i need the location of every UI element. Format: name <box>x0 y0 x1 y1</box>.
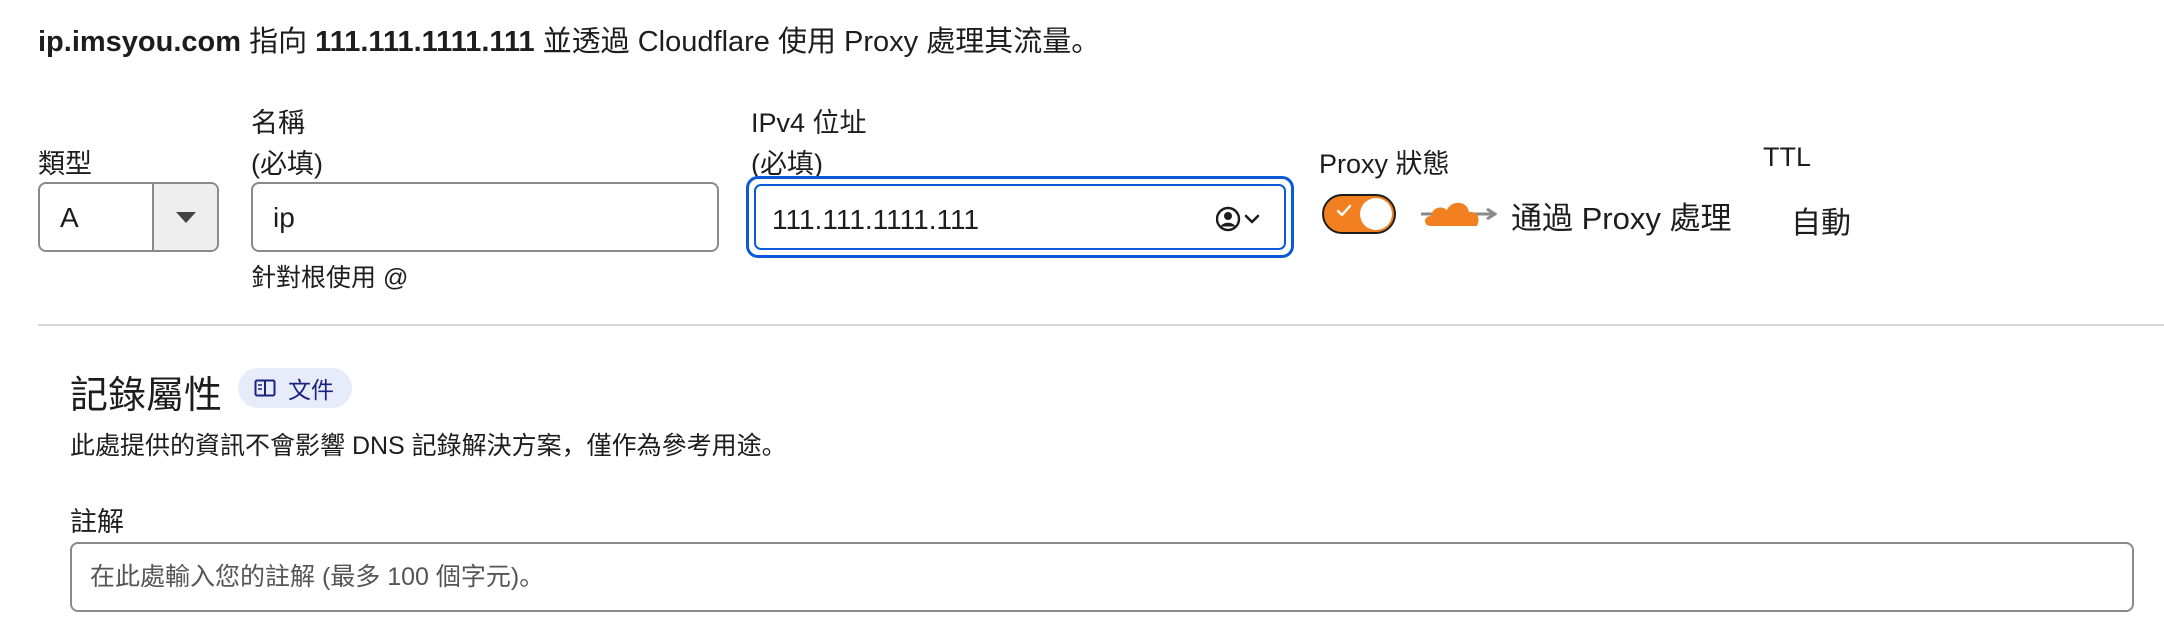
summary-text-1: 指向 <box>241 26 316 58</box>
docs-link[interactable]: 文件 <box>238 368 352 408</box>
toggle-knob <box>1360 198 1392 230</box>
docs-link-label: 文件 <box>288 377 334 403</box>
record-attributes-description: 此處提供的資訊不會影響 DNS 記錄解決方案，僅作為參考用途。 <box>70 432 787 460</box>
summary-target: 111.111.1111.111 <box>315 26 535 58</box>
comment-field[interactable] <box>70 542 2134 612</box>
name-required: (必填) <box>251 149 323 179</box>
proxy-status-label: Proxy 狀態 <box>1319 149 1450 179</box>
section-divider <box>38 324 2164 326</box>
user-circle-dropdown-icon[interactable] <box>1215 206 1262 237</box>
summary-record-name: ip.imsyou.com <box>38 26 242 58</box>
ipv4-label: IPv4 位址 <box>751 108 867 138</box>
ipv4-input[interactable]: 111.111.1111.111 <box>754 184 1286 250</box>
ipv4-focus-ring: 111.111.1111.111 <box>746 176 1294 258</box>
ipv4-value: 111.111.1111.111 <box>772 204 980 235</box>
name-label: 名稱 <box>251 108 305 138</box>
record-summary: ip.imsyou.com 指向 111.111.1111.111 並透過 Cl… <box>38 18 1100 60</box>
cloud-proxied-icon <box>1421 202 1497 226</box>
type-value: A <box>60 202 79 233</box>
name-helper-text: 針對根使用 @ <box>251 264 409 292</box>
book-icon <box>254 379 276 397</box>
name-value: ip <box>273 202 295 233</box>
check-icon <box>1336 204 1352 217</box>
record-attributes-title: 記錄屬性 <box>70 375 223 417</box>
name-input[interactable]: ip <box>251 182 719 252</box>
type-dropdown-button[interactable] <box>152 184 217 250</box>
comment-input[interactable] <box>72 544 2132 610</box>
ttl-value[interactable]: 自動 <box>1791 198 1851 242</box>
summary-text-2: 並透過 Cloudflare 使用 Proxy 處理其流量。 <box>534 26 1101 58</box>
ttl-label: TTL <box>1763 142 1812 172</box>
type-select[interactable]: A <box>38 182 219 252</box>
proxy-status-text: 通過 Proxy 處理 <box>1511 201 1732 236</box>
type-label: 類型 <box>38 149 92 179</box>
proxy-toggle[interactable] <box>1322 194 1396 234</box>
chevron-down-icon <box>176 212 196 223</box>
comment-label: 註解 <box>70 507 124 537</box>
